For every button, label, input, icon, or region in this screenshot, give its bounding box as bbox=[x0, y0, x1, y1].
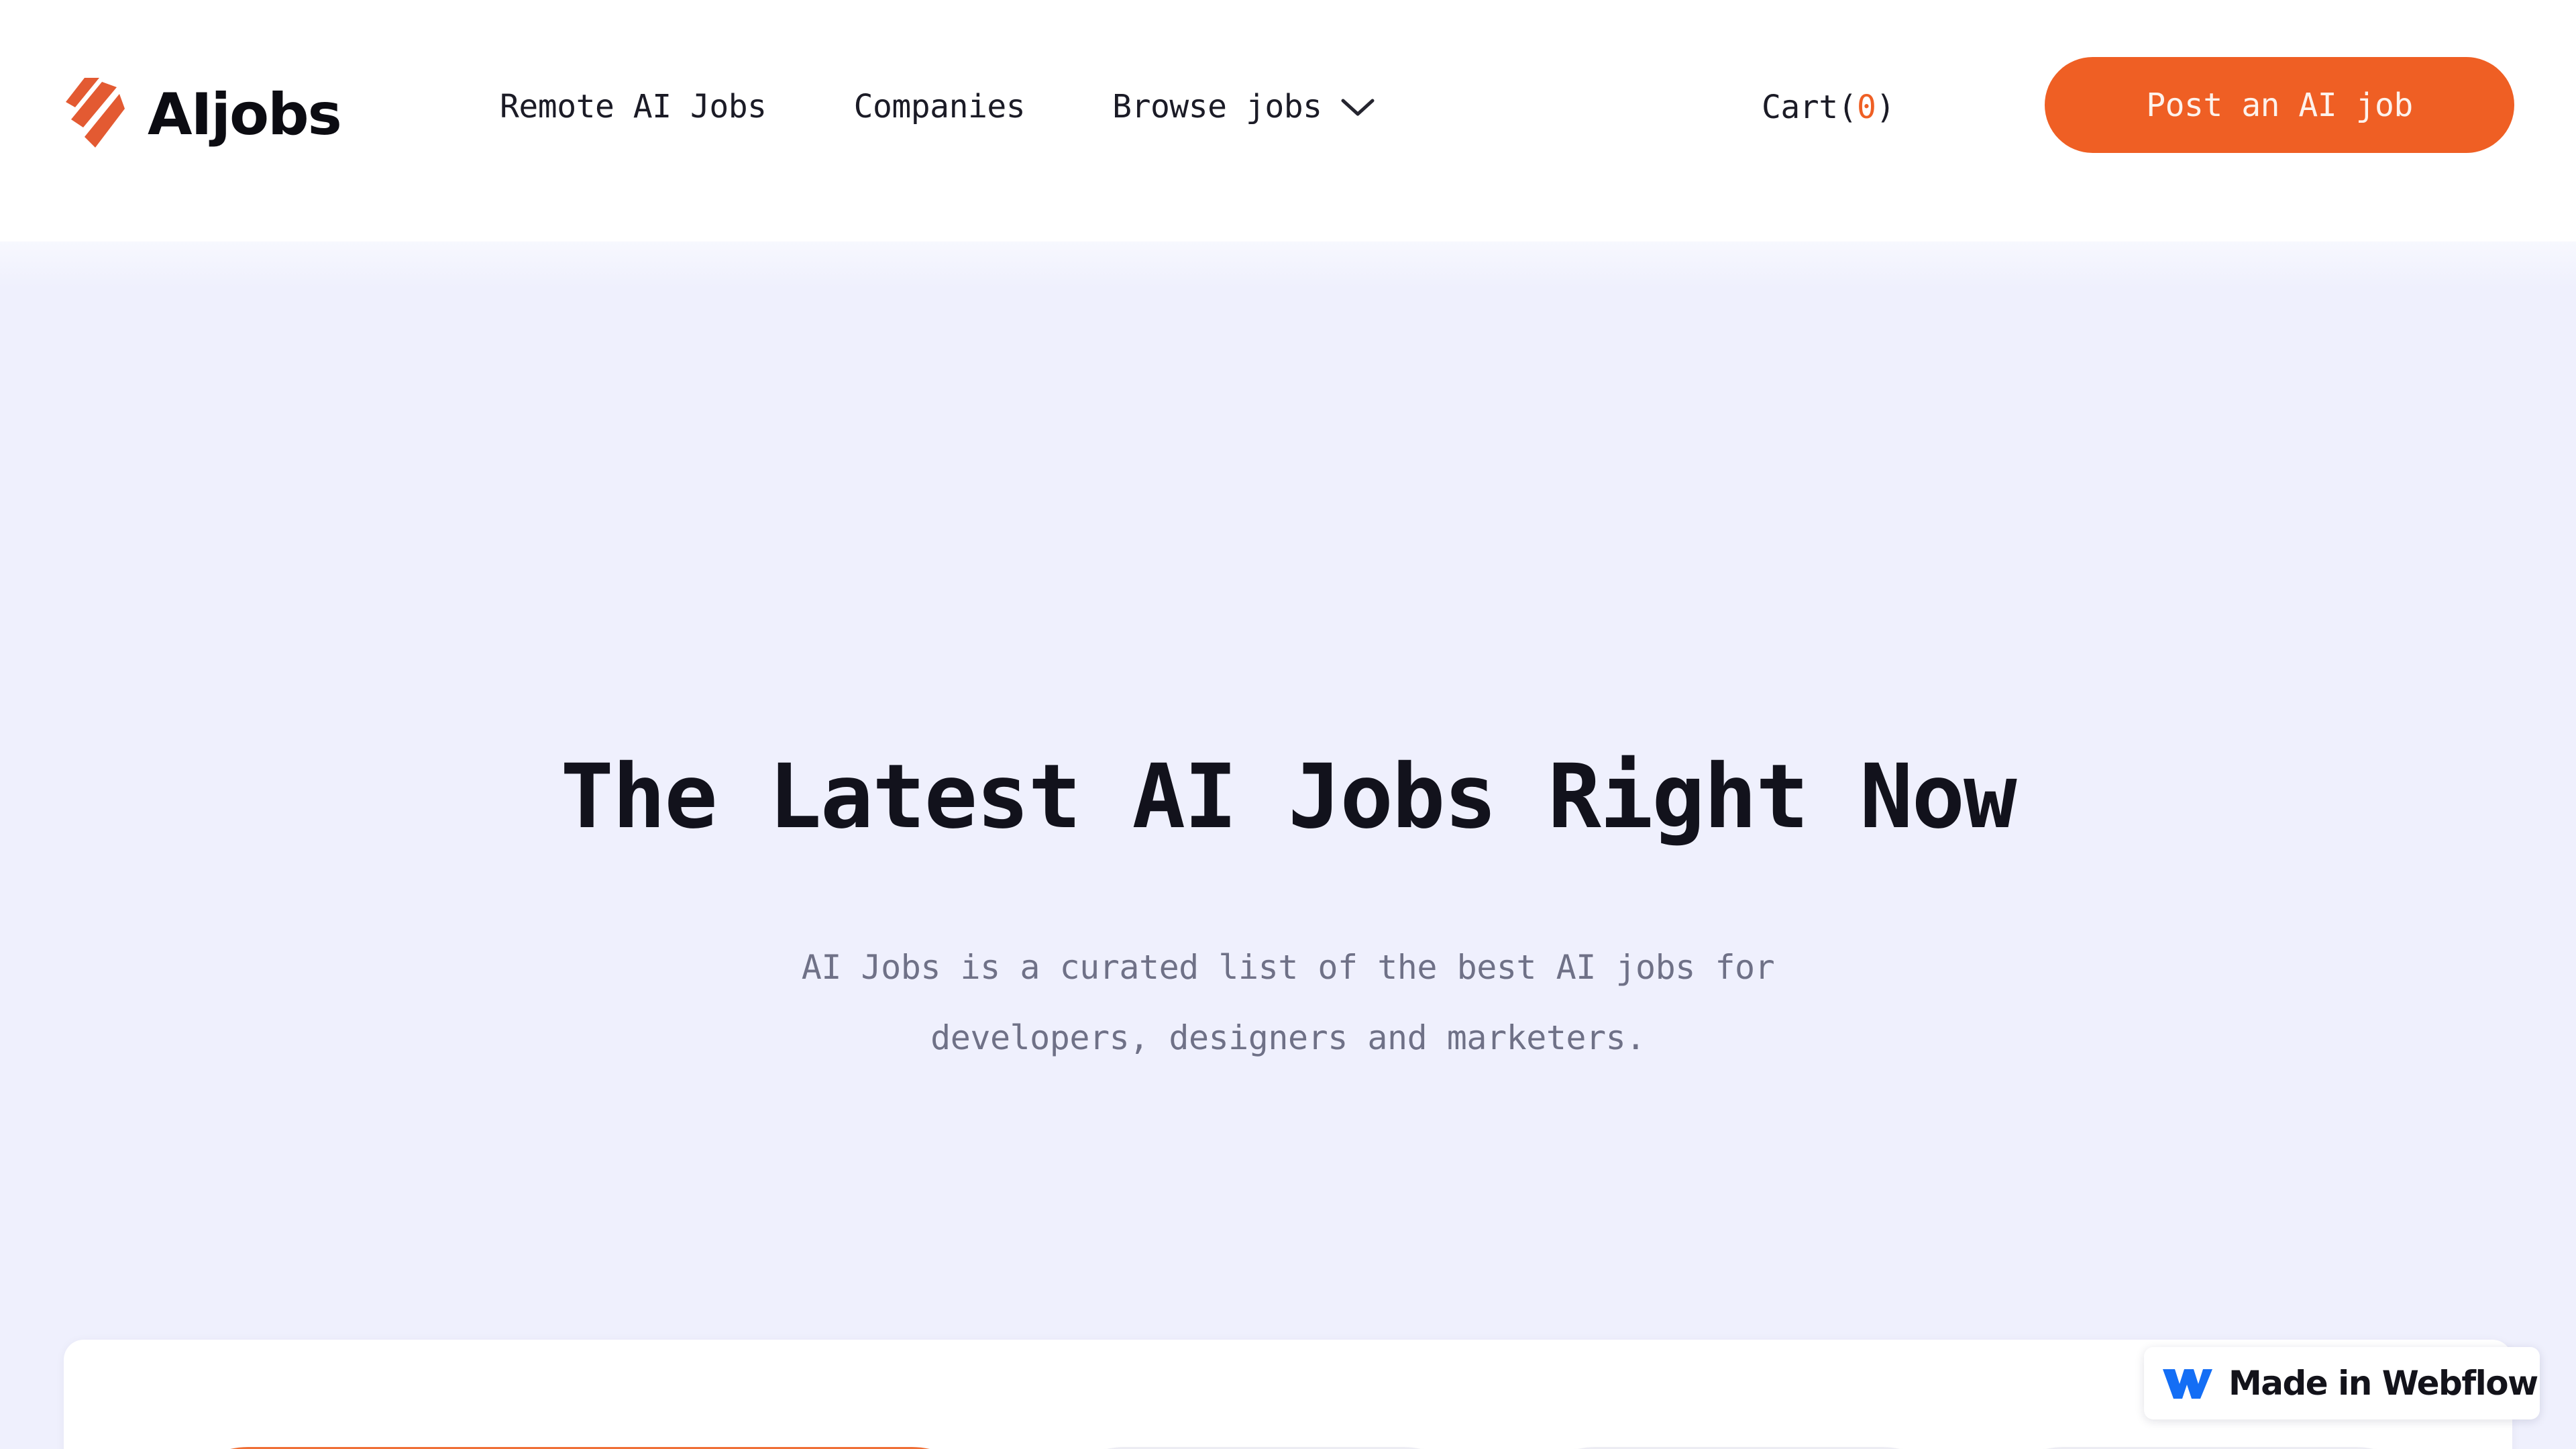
nav-item-remote-ai-jobs[interactable]: Remote AI Jobs bbox=[500, 91, 767, 123]
nav-item-companies[interactable]: Companies bbox=[854, 91, 1026, 123]
cart-label-close: ) bbox=[1876, 89, 1895, 126]
hero-subtitle: AI Jobs is a curated list of the best AI… bbox=[0, 932, 2576, 1073]
brand-logo-link[interactable]: AIjobs bbox=[59, 75, 342, 154]
webflow-logo-icon bbox=[2163, 1369, 2212, 1399]
cart-count: 0 bbox=[1857, 89, 1876, 126]
chevron-down-icon bbox=[1341, 99, 1375, 116]
diamond-stripes-logo-icon bbox=[66, 78, 125, 148]
page-root: AIjobs Remote AI Jobs Companies Browse j… bbox=[0, 0, 2576, 1449]
made-in-webflow-badge[interactable]: Made in Webflow bbox=[2144, 1347, 2540, 1419]
hero-section: The Latest AI Jobs Right Now AI Jobs is … bbox=[0, 241, 2576, 1449]
page-title: The Latest AI Jobs Right Now bbox=[560, 745, 2017, 849]
nav-item-browse-jobs-label: Browse jobs bbox=[1112, 88, 1322, 125]
site-header: AIjobs Remote AI Jobs Companies Browse j… bbox=[0, 0, 2576, 241]
brand-name: AIjobs bbox=[148, 81, 342, 148]
hero-subtitle-line-2: developers, designers and marketers. bbox=[930, 1018, 1646, 1057]
cart-link[interactable]: Cart(0) bbox=[1762, 91, 1895, 123]
primary-nav: Remote AI Jobs Companies Browse jobs bbox=[500, 91, 1376, 123]
post-an-ai-job-button[interactable]: Post an AI job bbox=[2045, 57, 2514, 153]
made-in-webflow-label: Made in Webflow bbox=[2229, 1364, 2538, 1403]
hero-subtitle-line-1: AI Jobs is a curated list of the best AI… bbox=[801, 948, 1775, 987]
nav-item-browse-jobs[interactable]: Browse jobs bbox=[1112, 91, 1375, 123]
cart-label: Cart( bbox=[1762, 89, 1858, 126]
